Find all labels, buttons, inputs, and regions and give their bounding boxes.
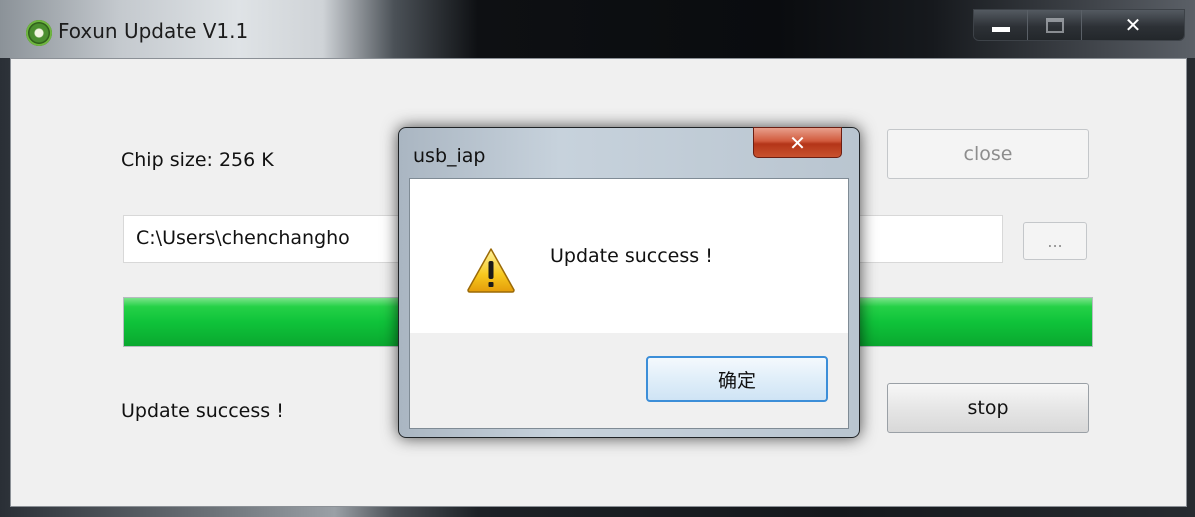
warning-icon [467,248,515,293]
dialog-message-area: Update success ! [410,179,848,333]
window-close-button[interactable]: ✕ [1082,10,1184,40]
chip-size-label: Chip size: 256 K [121,149,274,171]
dialog-title: usb_iap [413,145,486,167]
dialog-close-button[interactable]: ✕ [753,127,842,158]
stop-button[interactable]: stop [887,383,1089,433]
dialog-body: Update success ! 确定 [409,178,849,429]
ok-button[interactable]: 确定 [646,356,828,402]
caption-buttons: ✕ [973,9,1185,41]
dialog-message: Update success ! [550,245,713,267]
minimize-icon [991,26,1010,32]
app-gear-icon [26,20,52,46]
window-title: Foxun Update V1.1 [58,19,249,43]
close-icon: ✕ [789,130,806,155]
maximize-icon [1045,17,1064,33]
maximize-button[interactable] [1028,10,1082,40]
message-dialog: usb_iap ✕ Update success ! 确定 [398,127,860,438]
minimize-button[interactable] [974,10,1028,40]
title-bar[interactable]: Foxun Update V1.1 ✕ [0,0,1195,58]
close-icon: ✕ [1124,13,1142,37]
browse-button[interactable]: ... [1023,222,1087,260]
close-button[interactable]: close [887,129,1089,179]
status-text: Update success ! [121,400,284,422]
